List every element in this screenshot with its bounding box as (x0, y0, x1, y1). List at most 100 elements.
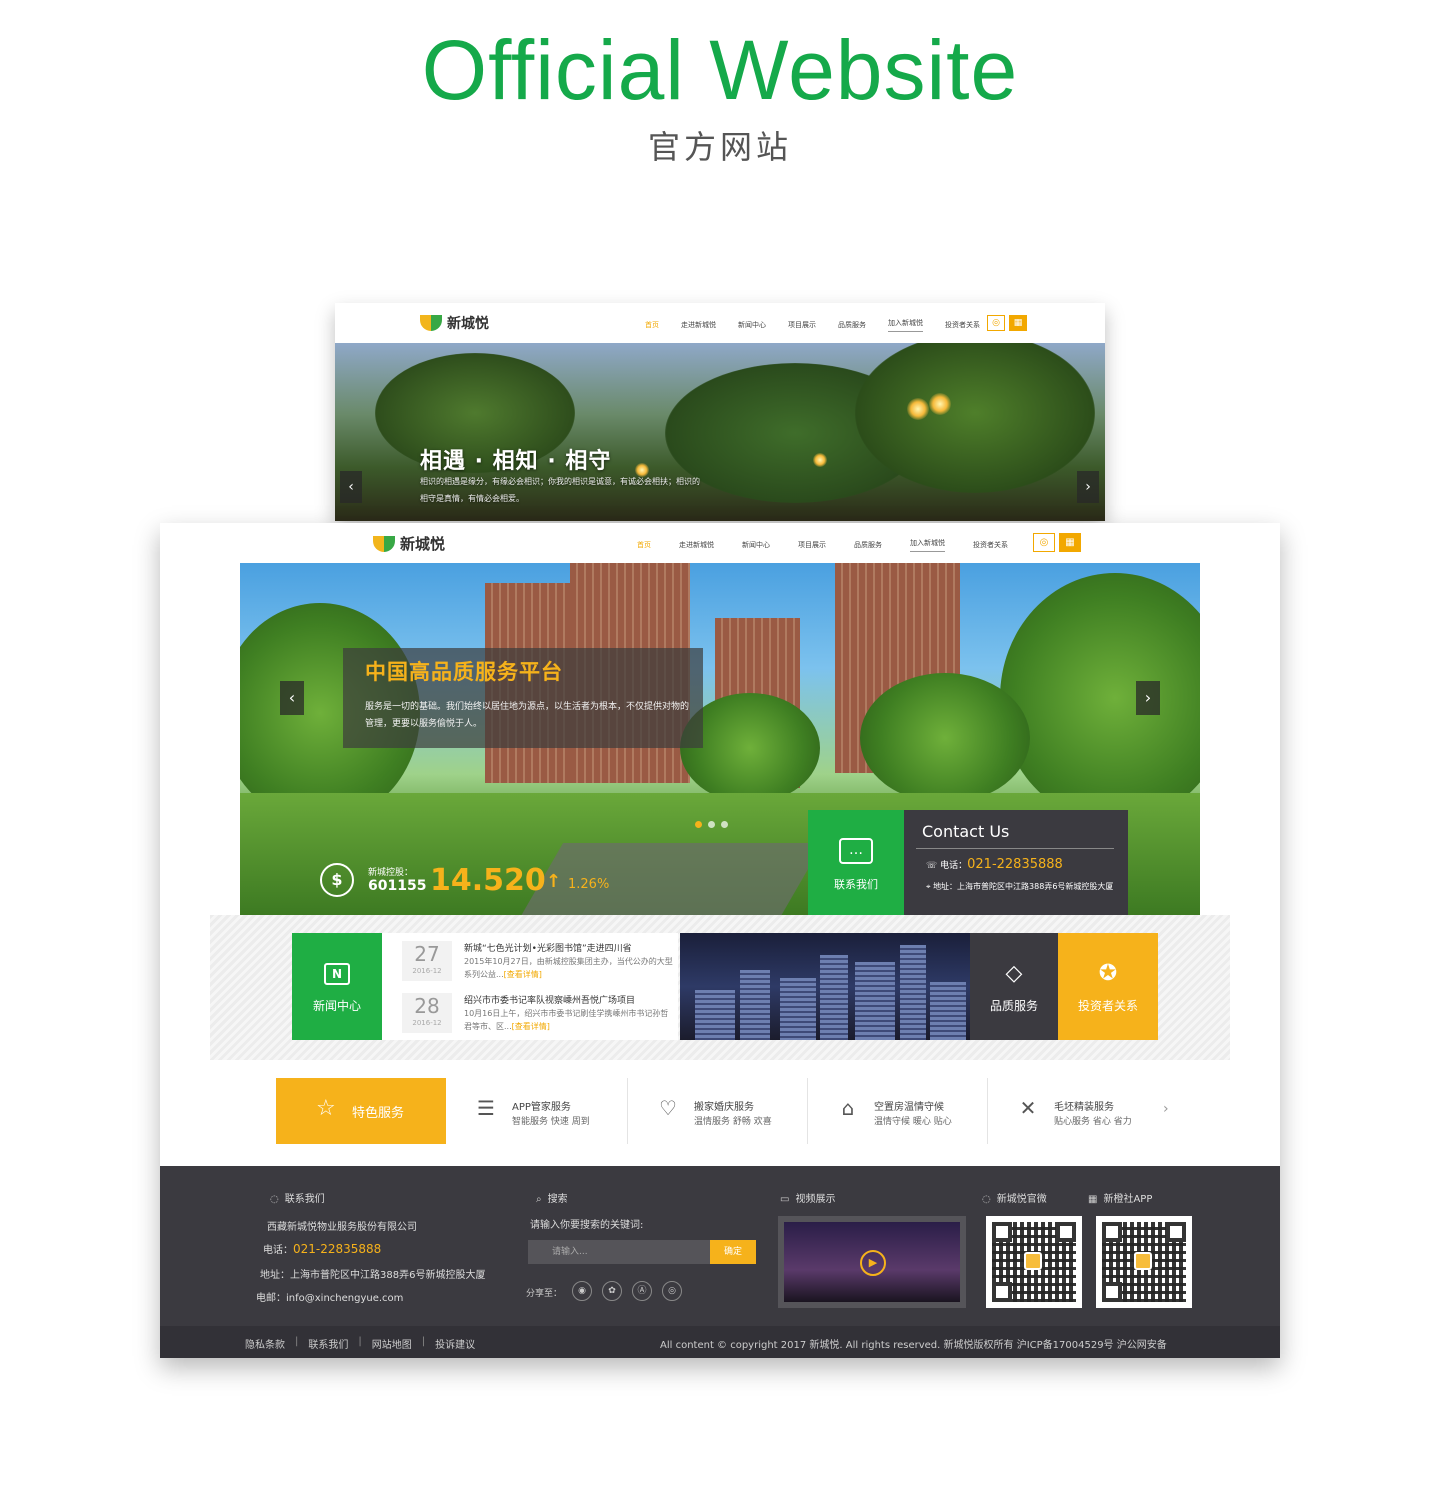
city-skyline-image[interactable] (680, 933, 970, 1040)
site-nav: 新城悦 首页 走进新城悦 新闻中心 项目展示 品质服务 加入新城悦 投资者关系 … (335, 303, 1105, 343)
footer-company: 西藏新城悦物业服务股份有限公司 (267, 1222, 417, 1233)
page-title: Official Website (421, 23, 1019, 117)
service-title: 搬家婚庆服务 (694, 1102, 754, 1113)
service-title: 毛坯精装服务 (1054, 1102, 1114, 1113)
service-item-moving[interactable]: ♡ 搬家婚庆服务 温情服务 舒畅 欢喜 (628, 1078, 808, 1144)
services-list: ☰ APP管家服务 智能服务 快速 周到 ♡ 搬家婚庆服务 温情服务 舒畅 欢喜… (446, 1078, 1178, 1144)
video-thumbnail[interactable]: ▶ (778, 1216, 966, 1308)
app-grid-icon[interactable]: ▦ (1059, 533, 1081, 552)
investor-relations-tile[interactable]: ✪ 投资者关系 (1058, 933, 1158, 1040)
site-logo[interactable]: 新城悦 (373, 533, 445, 554)
contact-us-button[interactable]: … 联系我们 (808, 810, 904, 915)
footer-qr2-heading: ▦ 新橙社APP (1088, 1194, 1153, 1205)
news-icon: N (324, 963, 350, 985)
news-title: 绍兴市市委书记率队视察嵊州吾悦广场项目 (464, 996, 636, 1006)
share-qzone-icon[interactable]: ◉ (572, 1281, 592, 1301)
nav-links: 首页 走进新城悦 新闻中心 项目展示 品质服务 加入新城悦 投资者关系 (645, 318, 980, 332)
banner-dot[interactable] (708, 821, 715, 828)
banner-dot[interactable] (721, 821, 728, 828)
service-title: 空置房温情守候 (874, 1102, 944, 1113)
chat-bubble-icon: … (839, 838, 873, 864)
site-logo[interactable]: 新城悦 (420, 313, 489, 333)
quality-service-tile[interactable]: ◇ 品质服务 (970, 933, 1058, 1040)
back-banner-prev-button[interactable]: ‹ (340, 471, 362, 503)
footer-link-sitemap[interactable]: 网站地图 (372, 1336, 412, 1351)
footer-search-button[interactable]: 确定 (710, 1240, 756, 1264)
dollar-chart-icon: $ (320, 863, 354, 897)
footer-link-contact[interactable]: 联系我们 (308, 1336, 348, 1351)
footer-link-privacy[interactable]: 隐私条款 (245, 1336, 285, 1351)
list-item[interactable]: 28 2016-12 绍兴市市委书记率队视察嵊州吾悦广场项目 10月16日上午，… (382, 987, 678, 1037)
news-center-tile[interactable]: N 新闻中心 (292, 933, 382, 1040)
nav-item-projects[interactable]: 项目展示 (798, 540, 826, 550)
banner-dots (695, 821, 728, 828)
list-item[interactable]: 27 2016-12 新城“七色光计划•光彩图书馆”走进四川省 2015年10月… (382, 935, 678, 985)
nav-icons: ◎ ▦ (987, 315, 1027, 331)
nav-item-news[interactable]: 新闻中心 (738, 320, 766, 330)
nav-item-projects[interactable]: 项目展示 (788, 320, 816, 330)
contact-title: Contact Us (922, 822, 1010, 841)
phone-icon: ☏ (926, 861, 941, 871)
site-nav: 新城悦 首页 走进新城悦 新闻中心 项目展示 品质服务 加入新城悦 投资者关系 … (160, 523, 1280, 563)
nav-item-home[interactable]: 首页 (645, 320, 659, 330)
services-next-arrow-icon[interactable]: › (1163, 1101, 1169, 1117)
share-renren-icon[interactable]: Ⓐ (632, 1281, 652, 1301)
nav-item-investor[interactable]: 投资者关系 (973, 540, 1008, 550)
featured-services-tile[interactable]: ☆ 特色服务 (276, 1078, 446, 1144)
stock-code: 601155 (368, 878, 427, 894)
service-subtitle: 温情守候 暖心 贴心 (874, 1117, 952, 1127)
featured-services-label: 特色服务 (352, 1106, 405, 1121)
footer-email[interactable]: 电邮：info@xinchengyue.com (256, 1289, 403, 1304)
nav-item-investor[interactable]: 投资者关系 (945, 320, 980, 330)
share-wechat-icon[interactable]: ✿ (602, 1281, 622, 1301)
nav-icons: ◎ ▦ (1033, 533, 1081, 552)
news-more-link[interactable]: [查看详情] (504, 970, 542, 979)
banner-prev-button[interactable]: ‹ (280, 681, 304, 715)
app-butler-icon: ☰ (477, 1096, 495, 1120)
logo-text: 新城悦 (447, 316, 489, 332)
banner-dot[interactable] (695, 821, 702, 828)
lamp-light (929, 393, 951, 415)
footer-links: 隐私条款 | 联系我们 | 网站地图 | 投诉建议 (245, 1336, 476, 1351)
news-desc: 10月16日上午，绍兴市市委书记刷佳学携嵊州市书记孙哲君等市、区...[查看详情… (464, 1009, 669, 1031)
service-item-app[interactable]: ☰ APP管家服务 智能服务 快速 周到 (446, 1078, 628, 1144)
banner-title: 中国高品质服务平台 (365, 660, 563, 684)
news-more-link[interactable]: [查看详情] (512, 1022, 550, 1031)
star-icon: ☆ (316, 1096, 336, 1121)
footer-link-feedback[interactable]: 投诉建议 (435, 1336, 475, 1351)
service-item-decoration[interactable]: ✕ 毛坯精装服务 贴心服务 省心 省力 (988, 1078, 1178, 1144)
play-icon[interactable]: ▶ (860, 1250, 886, 1276)
footer-search-input[interactable]: 请输入... (528, 1240, 710, 1264)
app-grid-icon: ▦ (1088, 1194, 1098, 1205)
back-banner-next-button[interactable]: › (1077, 471, 1099, 503)
nav-item-join[interactable]: 加入新城悦 (888, 318, 923, 332)
nav-item-about[interactable]: 走进新城悦 (679, 540, 714, 550)
up-arrow-icon: ↑ (546, 871, 562, 892)
diamond-icon: ◇ (1005, 961, 1023, 986)
news-date: 27 2016-12 (402, 941, 452, 981)
nav-item-join[interactable]: 加入新城悦 (910, 538, 945, 552)
stock-price: 14.520 (430, 863, 546, 898)
share-weibo-icon[interactable]: ◎ (662, 1281, 682, 1301)
service-item-vacant[interactable]: ⌂ 空置房温情守候 温情守候 暖心 贴心 (808, 1078, 988, 1144)
video-icon: ▭ (780, 1194, 790, 1205)
banner-next-button[interactable]: › (1136, 681, 1160, 715)
app-grid-icon[interactable]: ▦ (1009, 315, 1027, 331)
nav-item-home[interactable]: 首页 (637, 540, 651, 550)
wechat-icon[interactable]: ◎ (987, 315, 1005, 331)
nav-item-news[interactable]: 新闻中心 (742, 540, 770, 550)
wechat-icon[interactable]: ◎ (1033, 533, 1055, 552)
footer-address: 地址：上海市普陀区中江路388弄6号新城控股大厦 (260, 1270, 486, 1281)
stock-change: 1.26% (568, 877, 610, 892)
nav-item-quality[interactable]: 品质服务 (854, 540, 882, 550)
news-title: 新城“七色光计划•光彩图书馆”走进四川省 (464, 944, 632, 954)
footer-contact-heading: ◌ 联系我们 (270, 1194, 325, 1205)
nav-item-about[interactable]: 走进新城悦 (681, 320, 716, 330)
news-desc: 2015年10月27日，由新城控股集团主办，当代公办的大型系列公益...[查看详… (464, 957, 673, 979)
search-icon: ⌕ (536, 1194, 542, 1205)
nav-links: 首页 走进新城悦 新闻中心 项目展示 品质服务 加入新城悦 投资者关系 (637, 538, 1008, 552)
hero-banner: 中国高品质服务平台 服务是一切的基础。我们始终以居住地为源点，以生活者为根本，不… (240, 563, 1200, 915)
banner-text: 服务是一切的基础。我们始终以居住地为源点，以生活者为根本，不仅提供对物的管理，更… (365, 702, 690, 729)
logo-text: 新城悦 (400, 535, 446, 553)
nav-item-quality[interactable]: 品质服务 (838, 320, 866, 330)
